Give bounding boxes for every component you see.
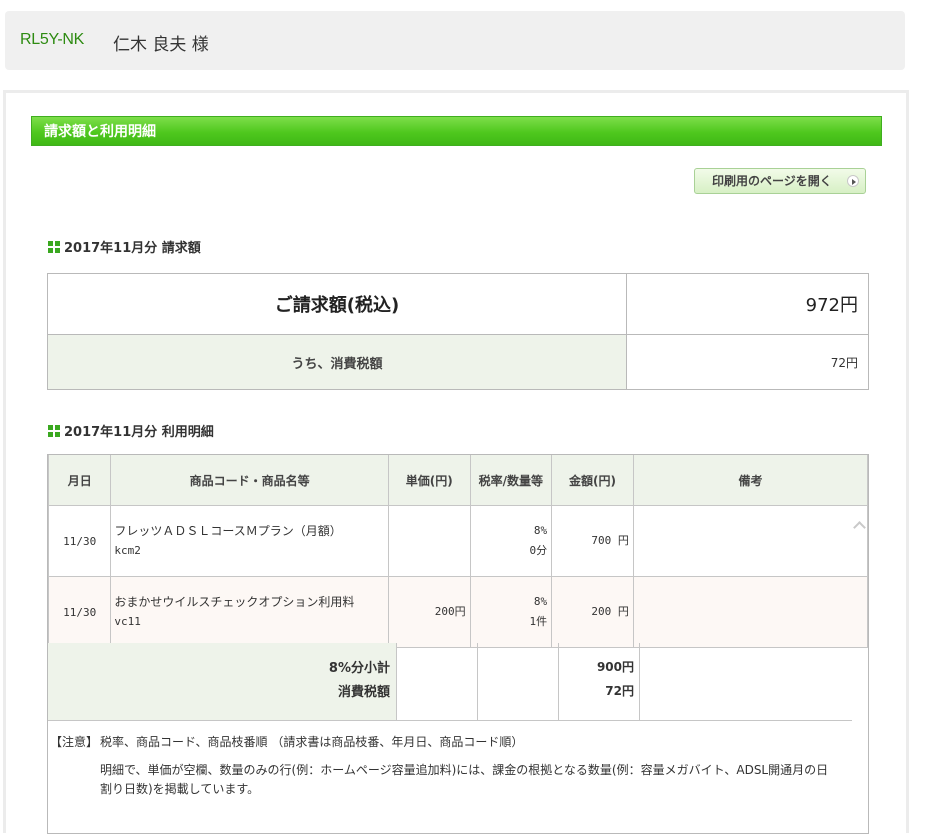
- billing-summary-table: ご請求額(税込) 972円 うち、消費税額 72円: [47, 273, 869, 390]
- row-date: 11/30: [48, 576, 112, 648]
- column-header: 月日: [48, 455, 112, 506]
- usage-detail-table[interactable]: 月日 商品コード・商品名等 単価(円) 税率/数量等 金額(円) 備考 11/3…: [47, 454, 869, 834]
- row-remarks: [632, 576, 868, 648]
- table-row: 11/30 フレッツＡＤＳＬコースＭプラン（月額） kcm2 8% 0分 700 円: [48, 505, 868, 577]
- page-title: 請求額と利用明細: [31, 116, 882, 146]
- arrow-right-icon: [847, 175, 859, 187]
- row-tax-quantity: 8% 1件: [469, 576, 553, 648]
- table-header-row: 月日 商品コード・商品名等 単価(円) 税率/数量等 金額(円) 備考: [48, 455, 868, 506]
- billing-panel: 請求額と利用明細 印刷用のページを開く 2017年11月分 請求額 ご請求額(税…: [3, 90, 909, 834]
- account-code: RL5Y-NK: [20, 31, 85, 48]
- notice-line-2: 明細で、単価が空欄、数量のみの行(例：ホームページ容量追加料)には、課金の根拠と…: [100, 763, 829, 796]
- notice-tag: 【注意】: [50, 735, 99, 749]
- tax-label: うち、消費税額: [47, 334, 627, 390]
- row-remarks: [632, 505, 868, 577]
- subtotal-label: 8%分小計: [328, 661, 390, 676]
- grid-bullet-icon: [48, 425, 60, 437]
- print-button-label: 印刷用のページを開く: [712, 174, 832, 188]
- column-header: 単価(円): [387, 455, 471, 506]
- row-product-code: vc11: [114, 615, 141, 628]
- billing-section-title: 2017年11月分 請求額: [48, 237, 201, 256]
- column-header: 備考: [632, 455, 868, 506]
- subtotal-tax-label: 消費税額: [337, 685, 390, 700]
- row-unit-price: [387, 505, 471, 577]
- row-product-code: kcm2: [114, 544, 141, 557]
- column-header: 税率/数量等: [469, 455, 553, 506]
- row-product: おまかせウイルスチェックオプション利用料 vc11: [110, 576, 389, 648]
- row-date: 11/30: [48, 505, 112, 577]
- notice-line-1: 税率、商品コード、商品枝番順 （請求書は商品枝番、年月日、商品コード順）: [100, 735, 524, 749]
- open-print-page-button[interactable]: 印刷用のページを開く: [694, 168, 866, 194]
- grid-bullet-icon: [48, 241, 60, 253]
- table-row: 11/30 おまかせウイルスチェックオプション利用料 vc11 200円 8% 1件…: [48, 576, 868, 648]
- subtotal-tax-value: 72円: [605, 684, 634, 698]
- column-header: 商品コード・商品名等: [110, 455, 389, 506]
- account-header: RL5Y-NK 仁木 良夫 様: [5, 11, 905, 70]
- total-value: 972円: [626, 273, 869, 335]
- chevron-up-icon[interactable]: [854, 520, 866, 532]
- row-unit-price: 200円: [387, 576, 471, 648]
- subtotal-value: 900円: [596, 660, 634, 674]
- row-tax-quantity: 8% 0分: [469, 505, 553, 577]
- user-name: 仁木 良夫 様: [113, 35, 209, 55]
- row-amount: 200 円: [551, 576, 634, 648]
- total-label: ご請求額(税込): [47, 273, 627, 335]
- row-amount: 700 円: [551, 505, 634, 577]
- subtotal-block: 8%分小計 消費税額 900円 72円: [48, 643, 852, 721]
- row-product: フレッツＡＤＳＬコースＭプラン（月額） kcm2: [110, 505, 389, 577]
- tax-value: 72円: [626, 334, 869, 390]
- column-header: 金額(円): [551, 455, 634, 506]
- detail-section-title: 2017年11月分 利用明細: [48, 421, 214, 440]
- detail-grid: 月日 商品コード・商品名等 単価(円) 税率/数量等 金額(円) 備考 11/3…: [48, 455, 868, 648]
